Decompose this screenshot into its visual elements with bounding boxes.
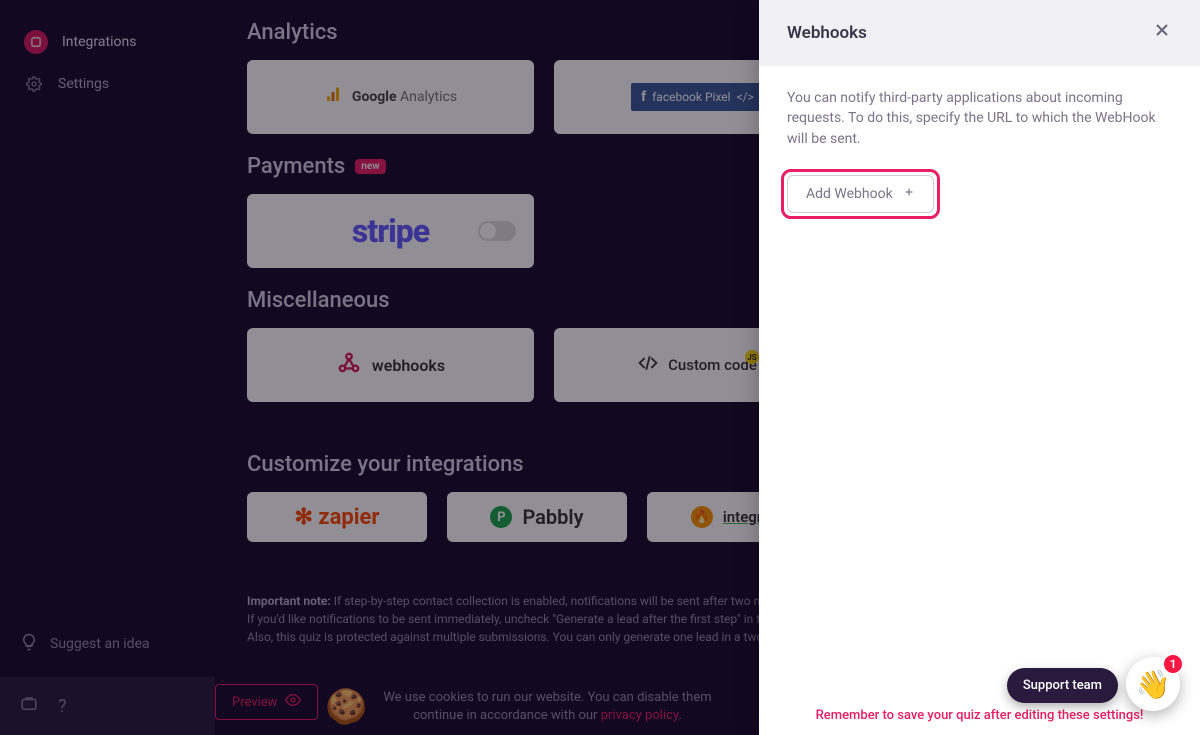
webhooks-icon bbox=[336, 350, 362, 380]
webhooks-panel: Webhooks You can notify third-party appl… bbox=[759, 0, 1200, 735]
sidebar-item-label: Settings bbox=[58, 76, 109, 92]
card-stripe[interactable]: stripe bbox=[247, 194, 534, 268]
privacy-policy-link[interactable]: privacy policy bbox=[601, 708, 679, 723]
stripe-label: stripe bbox=[352, 212, 429, 250]
stripe-toggle[interactable] bbox=[478, 221, 516, 241]
badge-new: new bbox=[355, 159, 385, 174]
integrately-icon: 🔥 bbox=[691, 506, 713, 528]
custom-code-label: Custom code bbox=[668, 356, 757, 374]
js-badge: JS bbox=[745, 350, 759, 364]
facebook-pixel-label: f facebook Pixel </> bbox=[631, 83, 764, 111]
card-pabbly[interactable]: P Pabbly bbox=[447, 492, 627, 542]
preview-button[interactable]: Preview bbox=[215, 684, 318, 720]
pabbly-label: Pabbly bbox=[522, 505, 583, 529]
suggest-idea-link[interactable]: Suggest an idea bbox=[20, 633, 150, 655]
folder-icon[interactable] bbox=[20, 695, 38, 717]
cookie-icon: 🍪 bbox=[325, 687, 367, 727]
google-analytics-label: Google Analytics bbox=[352, 89, 457, 105]
zapier-label: ✻ zapier bbox=[294, 505, 379, 530]
panel-title: Webhooks bbox=[787, 23, 867, 43]
code-icon bbox=[638, 353, 658, 377]
google-analytics-icon bbox=[324, 86, 342, 108]
sidebar-item-label: Integrations bbox=[62, 34, 136, 50]
notification-badge: 1 bbox=[1162, 653, 1184, 675]
panel-description: You can notify third-party applications … bbox=[787, 88, 1172, 149]
webhooks-label: webhooks bbox=[372, 356, 445, 375]
eye-icon bbox=[285, 692, 301, 712]
sidebar-item-integrations[interactable]: Integrations bbox=[0, 20, 215, 64]
card-google-analytics[interactable]: Google Analytics bbox=[247, 60, 534, 134]
add-webhook-button[interactable]: Add Webhook bbox=[787, 175, 934, 213]
puzzle-icon bbox=[24, 30, 48, 54]
pabbly-icon: P bbox=[490, 506, 512, 528]
support-team-button[interactable]: Support team bbox=[1007, 668, 1118, 703]
panel-footer-note: Remember to save your quiz after editing… bbox=[759, 708, 1200, 723]
close-icon[interactable] bbox=[1152, 20, 1172, 46]
sidebar-item-settings[interactable]: Settings bbox=[0, 64, 215, 104]
card-webhooks[interactable]: webhooks bbox=[247, 328, 534, 402]
help-icon[interactable]: ? bbox=[58, 696, 67, 717]
card-zapier[interactable]: ✻ zapier bbox=[247, 492, 427, 542]
gear-icon bbox=[24, 74, 44, 94]
suggest-idea-label: Suggest an idea bbox=[50, 636, 150, 652]
plus-icon bbox=[903, 186, 915, 202]
cookie-text: We use cookies to run our website. You c… bbox=[383, 689, 711, 725]
support-wave-button[interactable]: 👋 1 bbox=[1126, 657, 1180, 711]
lightbulb-icon bbox=[20, 633, 38, 655]
